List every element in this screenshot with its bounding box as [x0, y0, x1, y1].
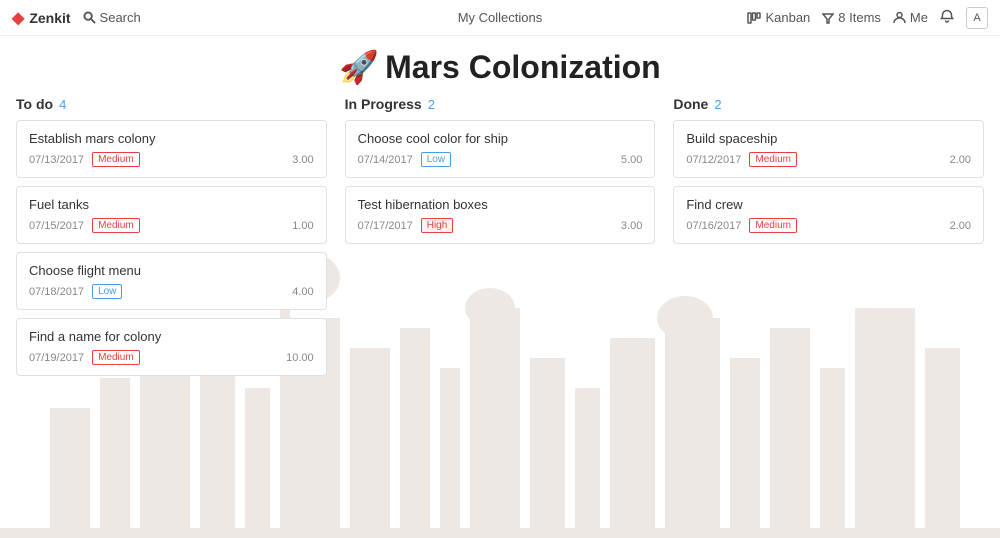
card-date: 07/15/2017 [29, 220, 84, 232]
card-todo-3[interactable]: Find a name for colony 07/19/2017 Medium… [16, 318, 327, 376]
card-title: Test hibernation boxes [358, 197, 643, 212]
card-todo-1[interactable]: Fuel tanks 07/15/2017 Medium 1.00 [16, 186, 327, 244]
card-inprogress-0[interactable]: Choose cool color for ship 07/14/2017 Lo… [345, 120, 656, 178]
card-meta: 07/18/2017 Low 4.00 [29, 284, 314, 299]
card-points: 10.00 [286, 352, 314, 364]
column-count: 4 [59, 97, 66, 112]
column-inprogress: In Progress 2 Choose cool color for ship… [345, 96, 656, 384]
card-date: 07/18/2017 [29, 286, 84, 298]
card-priority-badge: Low [421, 152, 451, 167]
card-title: Establish mars colony [29, 131, 314, 146]
user-icon [893, 11, 906, 24]
column-title: To do [16, 96, 53, 112]
filter-button[interactable]: 8 Items [822, 10, 881, 25]
column-header-inprogress: In Progress 2 [345, 96, 656, 112]
card-todo-2[interactable]: Choose flight menu 07/18/2017 Low 4.00 [16, 252, 327, 310]
card-priority-badge: Low [92, 284, 122, 299]
card-priority-badge: Medium [749, 152, 797, 167]
logo[interactable]: ◆ Zenkit [12, 8, 71, 28]
kanban-button[interactable]: Kanban [747, 10, 810, 25]
card-meta: 07/19/2017 Medium 10.00 [29, 350, 314, 365]
page-title-section: 🚀Mars Colonization [0, 36, 1000, 96]
column-header-todo: To do 4 [16, 96, 327, 112]
card-todo-0[interactable]: Establish mars colony 07/13/2017 Medium … [16, 120, 327, 178]
card-meta: 07/17/2017 High 3.00 [358, 218, 643, 233]
nav-center: My Collections [337, 10, 662, 25]
card-meta: 07/16/2017 Medium 2.00 [686, 218, 971, 233]
kanban-board: To do 4 Establish mars colony 07/13/2017… [0, 96, 1000, 384]
kanban-label: Kanban [765, 10, 810, 25]
column-title: In Progress [345, 96, 422, 112]
filter-icon [822, 12, 834, 24]
card-points: 3.00 [292, 154, 313, 166]
avatar[interactable]: A [966, 7, 988, 29]
card-date: 07/12/2017 [686, 154, 741, 166]
column-title: Done [673, 96, 708, 112]
card-priority-badge: Medium [92, 218, 140, 233]
search-icon [83, 11, 96, 24]
card-date: 07/17/2017 [358, 220, 413, 232]
collections-label[interactable]: My Collections [458, 10, 543, 25]
card-title: Choose cool color for ship [358, 131, 643, 146]
card-title: Find crew [686, 197, 971, 212]
card-points: 2.00 [950, 154, 971, 166]
card-date: 07/13/2017 [29, 154, 84, 166]
notification-button[interactable] [940, 9, 954, 26]
card-priority-badge: High [421, 218, 454, 233]
me-button[interactable]: Me [893, 10, 928, 25]
me-label: Me [910, 10, 928, 25]
search-label: Search [100, 10, 141, 25]
card-title: Find a name for colony [29, 329, 314, 344]
card-date: 07/19/2017 [29, 352, 84, 364]
card-points: 1.00 [292, 220, 313, 232]
card-priority-badge: Medium [749, 218, 797, 233]
card-meta: 07/14/2017 Low 5.00 [358, 152, 643, 167]
column-header-done: Done 2 [673, 96, 984, 112]
card-meta: 07/15/2017 Medium 1.00 [29, 218, 314, 233]
nav-right: Kanban 8 Items Me A [663, 7, 988, 29]
card-date: 07/16/2017 [686, 220, 741, 232]
navbar: ◆ Zenkit Search My Collections Kanban [0, 0, 1000, 36]
items-label: 8 Items [838, 10, 881, 25]
card-priority-badge: Medium [92, 350, 140, 365]
column-todo: To do 4 Establish mars colony 07/13/2017… [16, 96, 327, 384]
card-done-1[interactable]: Find crew 07/16/2017 Medium 2.00 [673, 186, 984, 244]
rocket-icon: 🚀 [339, 49, 379, 85]
card-priority-badge: Medium [92, 152, 140, 167]
card-points: 3.00 [621, 220, 642, 232]
kanban-icon [747, 11, 761, 25]
nav-left: ◆ Zenkit Search [12, 8, 337, 28]
card-title: Choose flight menu [29, 263, 314, 278]
column-done: Done 2 Build spaceship 07/12/2017 Medium… [673, 96, 984, 384]
column-count: 2 [428, 97, 435, 112]
card-date: 07/14/2017 [358, 154, 413, 166]
bell-icon [940, 9, 954, 23]
page-title: 🚀Mars Colonization [0, 48, 1000, 86]
logo-diamond-icon: ◆ [12, 8, 24, 28]
card-points: 2.00 [950, 220, 971, 232]
card-meta: 07/13/2017 Medium 3.00 [29, 152, 314, 167]
card-meta: 07/12/2017 Medium 2.00 [686, 152, 971, 167]
logo-text: Zenkit [29, 10, 70, 26]
card-inprogress-1[interactable]: Test hibernation boxes 07/17/2017 High 3… [345, 186, 656, 244]
card-title: Build spaceship [686, 131, 971, 146]
card-title: Fuel tanks [29, 197, 314, 212]
card-points: 5.00 [621, 154, 642, 166]
card-done-0[interactable]: Build spaceship 07/12/2017 Medium 2.00 [673, 120, 984, 178]
column-count: 2 [714, 97, 721, 112]
card-points: 4.00 [292, 286, 313, 298]
search-button[interactable]: Search [83, 10, 141, 25]
